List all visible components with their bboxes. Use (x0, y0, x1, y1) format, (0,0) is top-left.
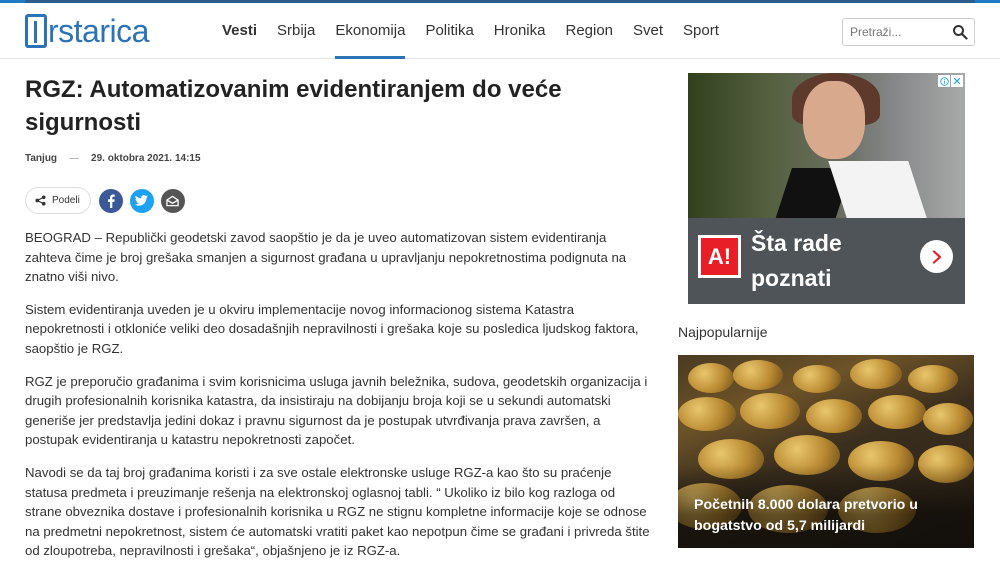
main-nav: Vesti Srbija Ekonomija Politika Hronika … (212, 3, 729, 59)
ad-caption-area: A! Šta rade poznati (688, 218, 965, 304)
site-logo[interactable]: rstarica (25, 13, 149, 49)
coin-shape (908, 365, 958, 393)
nav-item-svet[interactable]: Svet (623, 3, 673, 59)
nav-item-ekonomija[interactable]: Ekonomija (325, 3, 415, 59)
search-icon[interactable] (952, 24, 968, 40)
share-icon (35, 195, 46, 206)
nav-item-sport[interactable]: Sport (673, 3, 729, 59)
coin-shape (678, 397, 736, 431)
twitter-icon (135, 195, 149, 206)
coin-shape (850, 359, 902, 389)
article-body: BEOGRAD – Republički geodetski zavod sao… (25, 228, 655, 563)
facebook-icon (107, 193, 115, 208)
nav-item-srbija[interactable]: Srbija (267, 3, 325, 59)
nav-item-hronika[interactable]: Hronika (484, 3, 556, 59)
meta-separator (69, 158, 80, 159)
nav-item-politika[interactable]: Politika (415, 3, 483, 59)
share-bar: Podeli (25, 187, 185, 214)
coin-shape (688, 363, 734, 393)
article-paragraph: Sistem evidentiranja uveden je u okviru … (25, 301, 639, 356)
article-meta: Tanjug 29. oktobra 2021. 14:15 (25, 153, 201, 164)
ad-arrow-button[interactable] (920, 240, 953, 273)
email-share-button[interactable] (160, 188, 185, 213)
facebook-share-button[interactable] (98, 188, 123, 213)
coin-shape (868, 395, 926, 429)
logo-text: rstarica (48, 13, 149, 49)
article-source: Tanjug (25, 153, 58, 164)
ad-photo (688, 73, 965, 223)
coin-shape (806, 399, 862, 433)
popular-article-title[interactable]: Početnih 8.000 dolara pretvorio u bogats… (694, 495, 964, 537)
site-header: rstarica Vesti Srbija Ekonomija Politika… (0, 3, 1000, 59)
popular-heading: Najpopularnije (678, 324, 768, 340)
article-paragraph: RGZ je preporučio građanima i svim koris… (25, 373, 648, 448)
article-paragraph: Navodi se da taj broj građanima koristi … (25, 464, 650, 559)
ad-logo: A! (698, 235, 741, 278)
ad-photo-coat-light (828, 161, 928, 221)
email-icon (166, 195, 180, 206)
coin-shape (740, 393, 800, 429)
coin-shape (793, 365, 841, 393)
nav-item-vesti[interactable]: Vesti (212, 3, 267, 59)
article-paragraph: BEOGRAD – Republički geodetski zavod sao… (25, 230, 627, 285)
ad-info-icon[interactable] (938, 75, 950, 87)
logo-k-mark (25, 14, 47, 48)
search-input[interactable] (843, 25, 947, 39)
article-date: 29. oktobra 2021. 14:15 (91, 153, 201, 164)
search-box (842, 18, 975, 46)
ad-headline: Šta rade poznati (751, 230, 842, 291)
coin-shape (733, 360, 783, 390)
share-button[interactable]: Podeli (25, 187, 91, 214)
ad-close-icon[interactable] (951, 75, 963, 87)
nav-item-region[interactable]: Region (555, 3, 623, 59)
article-title: RGZ: Automatizovanim evidentiranjem do v… (25, 76, 562, 136)
coin-shape (923, 403, 973, 435)
ad-photo-face (803, 81, 865, 159)
ad-controls (937, 75, 963, 87)
advertisement-banner[interactable]: A! Šta rade poznati (688, 73, 965, 304)
chevron-right-icon (932, 249, 941, 264)
share-label: Podeli (52, 195, 80, 206)
popular-article-card[interactable]: Početnih 8.000 dolara pretvorio u bogats… (678, 355, 974, 548)
twitter-share-button[interactable] (129, 188, 154, 213)
